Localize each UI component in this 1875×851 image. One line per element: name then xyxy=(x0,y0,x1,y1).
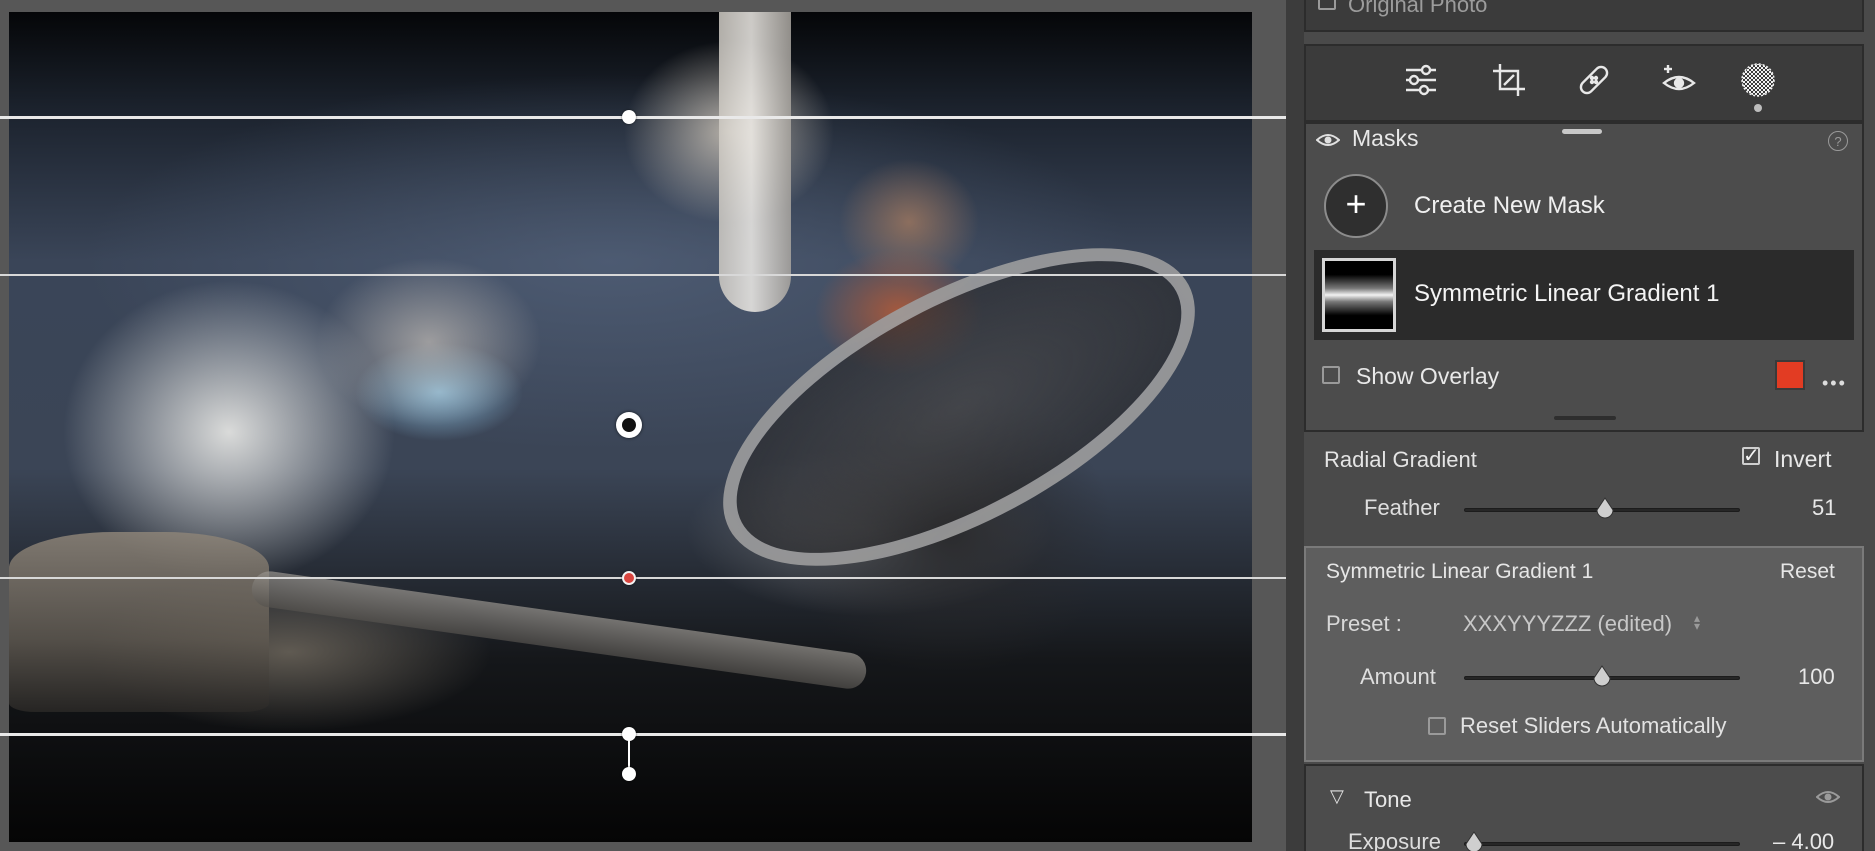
gradient-inner-bottom-line[interactable] xyxy=(0,577,1286,579)
tone-eye-icon[interactable] xyxy=(1815,788,1841,811)
exposure-value[interactable]: – 4.00 xyxy=(1773,829,1834,851)
gradient-top-handle[interactable] xyxy=(622,110,636,124)
photo-vessel xyxy=(9,532,269,712)
gradient-center-pin[interactable] xyxy=(616,412,642,438)
gradient-outer-bottom-line[interactable] xyxy=(0,733,1286,736)
gradient-outer-top-line[interactable] xyxy=(0,116,1286,119)
triangle-down-icon[interactable]: ▽ xyxy=(1330,786,1344,807)
eye-icon[interactable] xyxy=(1315,131,1341,155)
check-icon: ✓ xyxy=(1743,445,1760,467)
radial-gradient-title: Radial Gradient xyxy=(1324,447,1477,472)
linear-gradient-title: Symmetric Linear Gradient 1 xyxy=(1326,560,1594,583)
app-window: Original Photo Masks ? + Create New Mask… xyxy=(0,0,1875,851)
invert-label: Invert xyxy=(1774,446,1832,472)
tone-title: Tone xyxy=(1364,787,1412,812)
show-overlay-label: Show Overlay xyxy=(1356,363,1500,389)
preset-label: Preset : xyxy=(1326,611,1402,636)
amount-value[interactable]: 100 xyxy=(1798,664,1835,690)
masks-list-grabber[interactable] xyxy=(1554,416,1616,420)
crop-icon[interactable] xyxy=(1489,60,1529,100)
mask-list-item[interactable]: Symmetric Linear Gradient 1 xyxy=(1314,250,1854,340)
masks-panel-grabber[interactable] xyxy=(1562,129,1602,134)
feather-value[interactable]: 51 xyxy=(1812,495,1836,521)
active-tool-indicator xyxy=(1754,104,1762,112)
show-overlay-checkbox[interactable] xyxy=(1322,366,1340,384)
reset-sliders-label: Reset Sliders Automatically xyxy=(1460,713,1727,738)
chevron-updown-icon[interactable]: ▴ ▾ xyxy=(1694,612,1700,632)
exposure-slider[interactable] xyxy=(1464,842,1740,846)
overlay-color-swatch[interactable] xyxy=(1775,360,1805,390)
mask-circle-icon[interactable] xyxy=(1738,60,1778,100)
more-options-icon[interactable]: ••• xyxy=(1822,373,1847,394)
photo-rail xyxy=(249,569,869,691)
feather-label: Feather xyxy=(1364,495,1440,520)
preset-select[interactable]: XXXYYYZZZ (edited) xyxy=(1463,611,1672,637)
original-photo-label: Original Photo xyxy=(1348,0,1488,17)
create-mask-label[interactable]: Create New Mask xyxy=(1414,192,1605,220)
eye-plus-icon[interactable] xyxy=(1659,60,1699,100)
exposure-label: Exposure xyxy=(1348,829,1441,851)
sliders-icon[interactable] xyxy=(1401,60,1441,100)
reset-button[interactable]: Reset xyxy=(1780,560,1835,584)
photo-pipe xyxy=(719,12,791,312)
bandage-icon[interactable] xyxy=(1574,60,1614,100)
gradient-rotate-handle[interactable] xyxy=(622,767,636,781)
original-photo-checkbox[interactable] xyxy=(1318,0,1336,10)
mask-thumbnail xyxy=(1322,258,1396,332)
create-mask-button[interactable]: + xyxy=(1324,174,1388,238)
gradient-selected-handle[interactable] xyxy=(622,571,636,585)
mask-item-label: Symmetric Linear Gradient 1 xyxy=(1414,280,1720,307)
masks-title: Masks xyxy=(1352,125,1419,151)
panel-divider[interactable] xyxy=(1286,0,1304,851)
reset-sliders-checkbox[interactable] xyxy=(1428,717,1446,735)
help-icon[interactable]: ? xyxy=(1828,131,1848,151)
gradient-inner-top-line[interactable] xyxy=(0,274,1286,276)
plus-icon: + xyxy=(1345,183,1367,224)
amount-label: Amount xyxy=(1360,664,1436,689)
photo-canvas[interactable] xyxy=(0,0,1286,851)
